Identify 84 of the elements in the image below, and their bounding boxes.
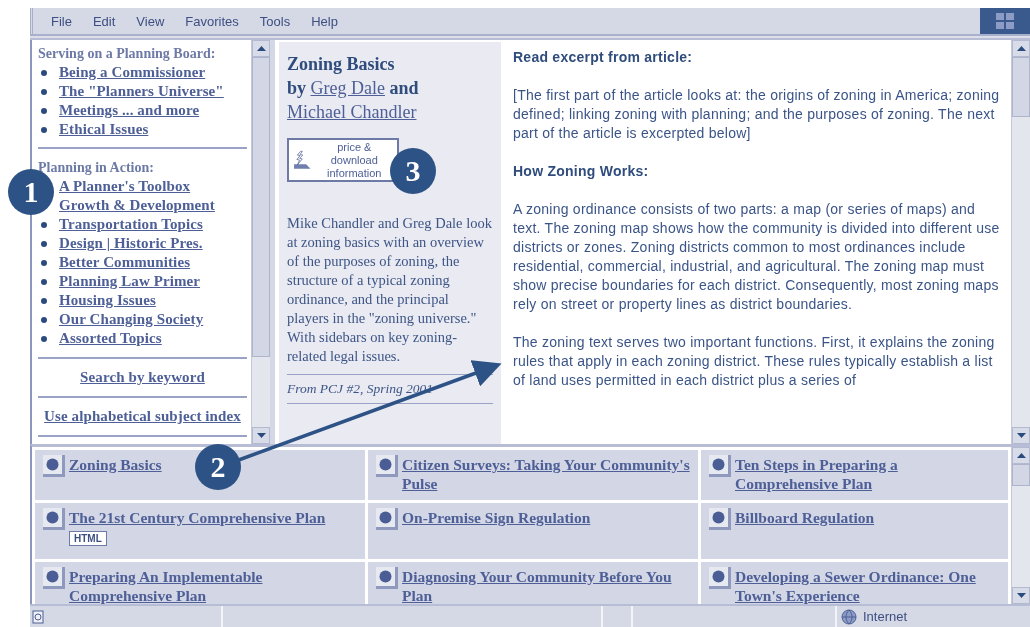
menu-item[interactable]: Edit <box>92 13 116 29</box>
resource-link[interactable]: Zoning Basics <box>69 455 162 474</box>
price-download-button[interactable]: price & download information <box>287 138 399 182</box>
article-summary: Mike Chandler and Greg Dale look at zoning basics with an overview of the purposes of zoning, the structure of a typical zoning ordinance, and the principal players in the "zoning universe." With sidebars on key zoning-related legal issues. <box>287 214 493 366</box>
resource-link[interactable]: Billboard Regulation <box>735 508 875 527</box>
menu-item[interactable]: Favorites <box>185 13 239 29</box>
scroll-down-button[interactable] <box>252 427 270 444</box>
nav-link[interactable]: Design | Historic Pres. <box>59 234 203 253</box>
resource-link[interactable]: Ten Steps in Preparing a Comprehensive Plan <box>735 455 1000 493</box>
resource-link[interactable]: Diagnosing Your Community Before You Plan <box>402 567 690 605</box>
excerpt-heading: Read excerpt from article: <box>513 48 694 67</box>
sphere-icon <box>379 570 392 583</box>
scrollbar[interactable] <box>1011 40 1030 444</box>
sphere-icon <box>712 458 725 471</box>
nav-link[interactable]: The "Planners Universe" <box>59 82 224 101</box>
scroll-up-icon <box>1016 46 1026 51</box>
author-link[interactable]: Michael Chandler <box>287 102 417 122</box>
section-heading: Serving on a Planning Board: <box>38 45 217 63</box>
resource-link[interactable]: Citizen Surveys: Taking Your Community's Pulse <box>402 455 690 493</box>
resource-link[interactable]: Preparing An Implementable Comprehensive Plan <box>69 567 357 605</box>
nav-link[interactable]: A Planner's Toolbox <box>59 177 191 196</box>
bullet-button[interactable] <box>43 508 65 530</box>
byline-text: by <box>287 78 306 98</box>
scroll-down-icon <box>1016 593 1026 598</box>
resource-link[interactable]: The 21st Century Comprehensive Plan <box>69 508 326 527</box>
bullet-button[interactable] <box>709 508 731 530</box>
nav-link[interactable]: Our Changing Society <box>59 310 204 329</box>
scrollbar[interactable] <box>1011 447 1030 604</box>
globe-icon <box>841 608 857 625</box>
windows-flag-icon <box>995 12 1015 30</box>
sphere-icon <box>712 570 725 583</box>
sphere-icon <box>46 570 59 583</box>
scroll-up-button[interactable] <box>1012 447 1030 464</box>
menu-item[interactable]: View <box>136 13 165 29</box>
bullet-button[interactable] <box>43 567 65 589</box>
bullet-button[interactable] <box>376 567 398 589</box>
excerpt-intro: [The first part of the article looks at: the origins of zoning in America; zoning defined; linking zoning with planning; and the purposes of zoning. The next part of the article is excerpted below] <box>513 86 1001 143</box>
menu-item[interactable]: Tools <box>259 13 291 29</box>
bullet-button[interactable] <box>43 455 65 477</box>
resource-link[interactable]: On-Premise Sign Regulation <box>402 508 591 527</box>
sphere-icon <box>46 511 59 524</box>
page-icon <box>32 609 46 624</box>
scroll-down-button[interactable] <box>1012 587 1030 604</box>
zone-label: Internet <box>863 609 908 624</box>
scroll-thumb[interactable] <box>1012 57 1030 117</box>
menu-item[interactable]: Help <box>311 13 338 29</box>
scroll-down-icon <box>1016 433 1026 438</box>
sphere-icon <box>379 458 392 471</box>
scroll-up-button[interactable] <box>1012 40 1030 57</box>
nav-link[interactable]: Assorted Topics <box>59 329 162 348</box>
nav-link[interactable]: Being a Commissioner <box>59 63 206 82</box>
sphere-icon <box>379 511 392 524</box>
menu-item[interactable]: File <box>51 13 72 29</box>
sphere-icon <box>46 458 59 471</box>
author-link[interactable]: Greg Dale <box>310 78 385 98</box>
nav-link[interactable]: Search by keyword <box>80 369 205 385</box>
article-title: Zoning Basics <box>287 53 396 76</box>
scroll-thumb[interactable] <box>252 57 270 357</box>
scroll-up-icon <box>256 46 266 51</box>
nav-link[interactable]: Better Communities <box>59 253 191 272</box>
nav-link[interactable]: Housing Issues <box>59 291 156 310</box>
bullet-button[interactable] <box>709 567 731 589</box>
nav-link[interactable]: Meetings ... and more <box>59 101 200 120</box>
nav-link[interactable]: Ethical Issues <box>59 120 149 139</box>
excerpt-paragraph: The zoning text serves two important functions. First, it explains the zoning rules that apply in each zoning district. These rules typically establish a list of land uses permitted in each district plus a series of <box>513 333 996 390</box>
nav-link[interactable]: Growth & Development <box>59 196 215 215</box>
nav-link[interactable]: Use alphabetical subject index <box>44 408 241 424</box>
bullet-button[interactable] <box>709 455 731 477</box>
scroll-up-button[interactable] <box>252 40 270 57</box>
scrollbar[interactable] <box>251 40 270 444</box>
nav-link[interactable]: Transportation Topics <box>59 215 203 234</box>
sphere-icon <box>712 511 725 524</box>
scroll-down-icon <box>256 433 266 438</box>
bullet-button[interactable] <box>376 508 398 530</box>
scroll-up-icon <box>1016 453 1026 458</box>
resource-link[interactable]: Developing a Sewer Ordinance: One Town's Experience <box>735 567 1000 605</box>
excerpt-paragraph: A zoning ordinance consists of two parts: a map (or series of maps) and text. The zoning map shows how the community is divided into different use districts or zones. Zoning districts common to most ordinances include residential, commercial, industrial, and agricultural. The zoning map must show precise boundaries for each district. Consequently, most zoning maps rely on street or property lines as district boundaries. <box>513 200 1001 314</box>
bullet-button[interactable] <box>376 455 398 477</box>
scroll-thumb[interactable] <box>1012 464 1030 486</box>
nav-link[interactable]: Planning Law Primer <box>59 272 201 291</box>
excerpt-subheading: How Zoning Works: <box>513 162 650 181</box>
format-tag[interactable]: HTML <box>69 531 107 546</box>
scroll-down-button[interactable] <box>1012 427 1030 444</box>
byline-text: and <box>389 78 419 98</box>
